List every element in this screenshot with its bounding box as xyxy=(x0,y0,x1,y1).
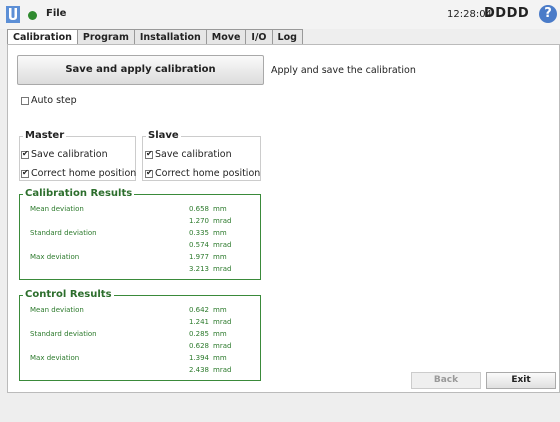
cal-mean-mrad: 1.270 xyxy=(188,217,209,225)
ctl-max-label: Max deviation xyxy=(30,354,80,362)
file-menu[interactable]: File xyxy=(46,8,66,19)
slave-save-calibration-label: Save calibration xyxy=(155,149,232,160)
slave-save-calibration-checkbox[interactable] xyxy=(145,149,153,159)
ctl-mean-mrad: 1.241 xyxy=(188,318,209,326)
tab-move[interactable]: Move xyxy=(206,29,247,45)
tab-installation[interactable]: Installation xyxy=(134,29,207,45)
cal-std-mrad: 0.574 xyxy=(188,241,209,249)
title-bar: File 12:28:04 DDDD ? xyxy=(0,0,560,29)
ctl-std-mrad-unit: mrad xyxy=(213,342,232,350)
exit-button[interactable]: Exit xyxy=(486,372,556,389)
status-dot xyxy=(28,11,37,20)
cal-max-mrad-unit: mrad xyxy=(213,265,232,273)
auto-step-checkbox-row[interactable]: Auto step xyxy=(21,95,77,106)
control-results-title: Control Results xyxy=(23,289,114,300)
ctl-max-mrad: 2.438 xyxy=(188,366,209,374)
slave-title: Slave xyxy=(146,130,181,141)
cal-mean-mm-unit: mm xyxy=(213,205,227,213)
control-results-box: Control Results Mean deviation 0.642 mm … xyxy=(19,289,261,381)
auto-step-checkbox[interactable] xyxy=(21,96,29,105)
calibration-results-title: Calibration Results xyxy=(23,188,135,199)
tab-io[interactable]: I/O xyxy=(246,29,273,45)
ctl-mean-label: Mean deviation xyxy=(30,306,84,314)
calibration-results-box: Calibration Results Mean deviation 0.658… xyxy=(19,188,261,280)
cal-max-mrad: 3.213 xyxy=(188,265,209,273)
ctl-mean-mm-unit: mm xyxy=(213,306,227,314)
ctl-std-mrad: 0.628 xyxy=(188,342,209,350)
slave-correct-home-label: Correct home position xyxy=(155,168,261,179)
cal-max-mm-unit: mm xyxy=(213,253,227,261)
cal-std-mm-unit: mm xyxy=(213,229,227,237)
cal-std-mrad-unit: mrad xyxy=(213,241,232,249)
cal-max-mm: 1.977 xyxy=(188,253,209,261)
ctl-max-mrad-unit: mrad xyxy=(213,366,232,374)
slave-correct-home-checkbox[interactable] xyxy=(145,168,153,178)
save-description: Apply and save the calibration xyxy=(271,65,416,76)
main-tabs: Calibration Program Installation Move I/… xyxy=(7,29,303,46)
calibration-panel: Save and apply calibration Apply and sav… xyxy=(7,44,560,393)
cal-std-mm: 0.335 xyxy=(188,229,209,237)
slave-save-calibration-row[interactable]: Save calibration xyxy=(145,149,232,160)
ur-logo-icon xyxy=(6,6,20,23)
master-save-calibration-row[interactable]: Save calibration xyxy=(21,149,108,160)
master-save-calibration-checkbox[interactable] xyxy=(21,149,29,159)
back-button[interactable]: Back xyxy=(411,372,481,389)
ctl-max-mm: 1.394 xyxy=(188,354,209,362)
slave-correct-home-row[interactable]: Correct home position xyxy=(145,168,260,179)
ctl-mean-mrad-unit: mrad xyxy=(213,318,232,326)
master-title: Master xyxy=(23,130,67,141)
help-icon[interactable]: ? xyxy=(539,5,557,23)
cal-mean-label: Mean deviation xyxy=(30,205,84,213)
ctl-std-mm: 0.285 xyxy=(188,330,209,338)
ctl-std-mm-unit: mm xyxy=(213,330,227,338)
cal-mean-mrad-unit: mrad xyxy=(213,217,232,225)
robot-name: DDDD xyxy=(484,6,530,21)
tab-log[interactable]: Log xyxy=(272,29,303,45)
master-save-calibration-label: Save calibration xyxy=(31,149,108,160)
save-apply-calibration-button[interactable]: Save and apply calibration xyxy=(17,55,264,85)
ctl-mean-mm: 0.642 xyxy=(188,306,209,314)
ctl-std-label: Standard deviation xyxy=(30,330,97,338)
ctl-max-mm-unit: mm xyxy=(213,354,227,362)
cal-std-label: Standard deviation xyxy=(30,229,97,237)
master-correct-home-checkbox[interactable] xyxy=(21,168,29,178)
tab-program[interactable]: Program xyxy=(77,29,135,45)
auto-step-label: Auto step xyxy=(31,95,77,106)
master-correct-home-label: Correct home position xyxy=(31,168,137,179)
master-correct-home-row[interactable]: Correct home position xyxy=(21,168,136,179)
cal-max-label: Max deviation xyxy=(30,253,80,261)
cal-mean-mm: 0.658 xyxy=(188,205,209,213)
